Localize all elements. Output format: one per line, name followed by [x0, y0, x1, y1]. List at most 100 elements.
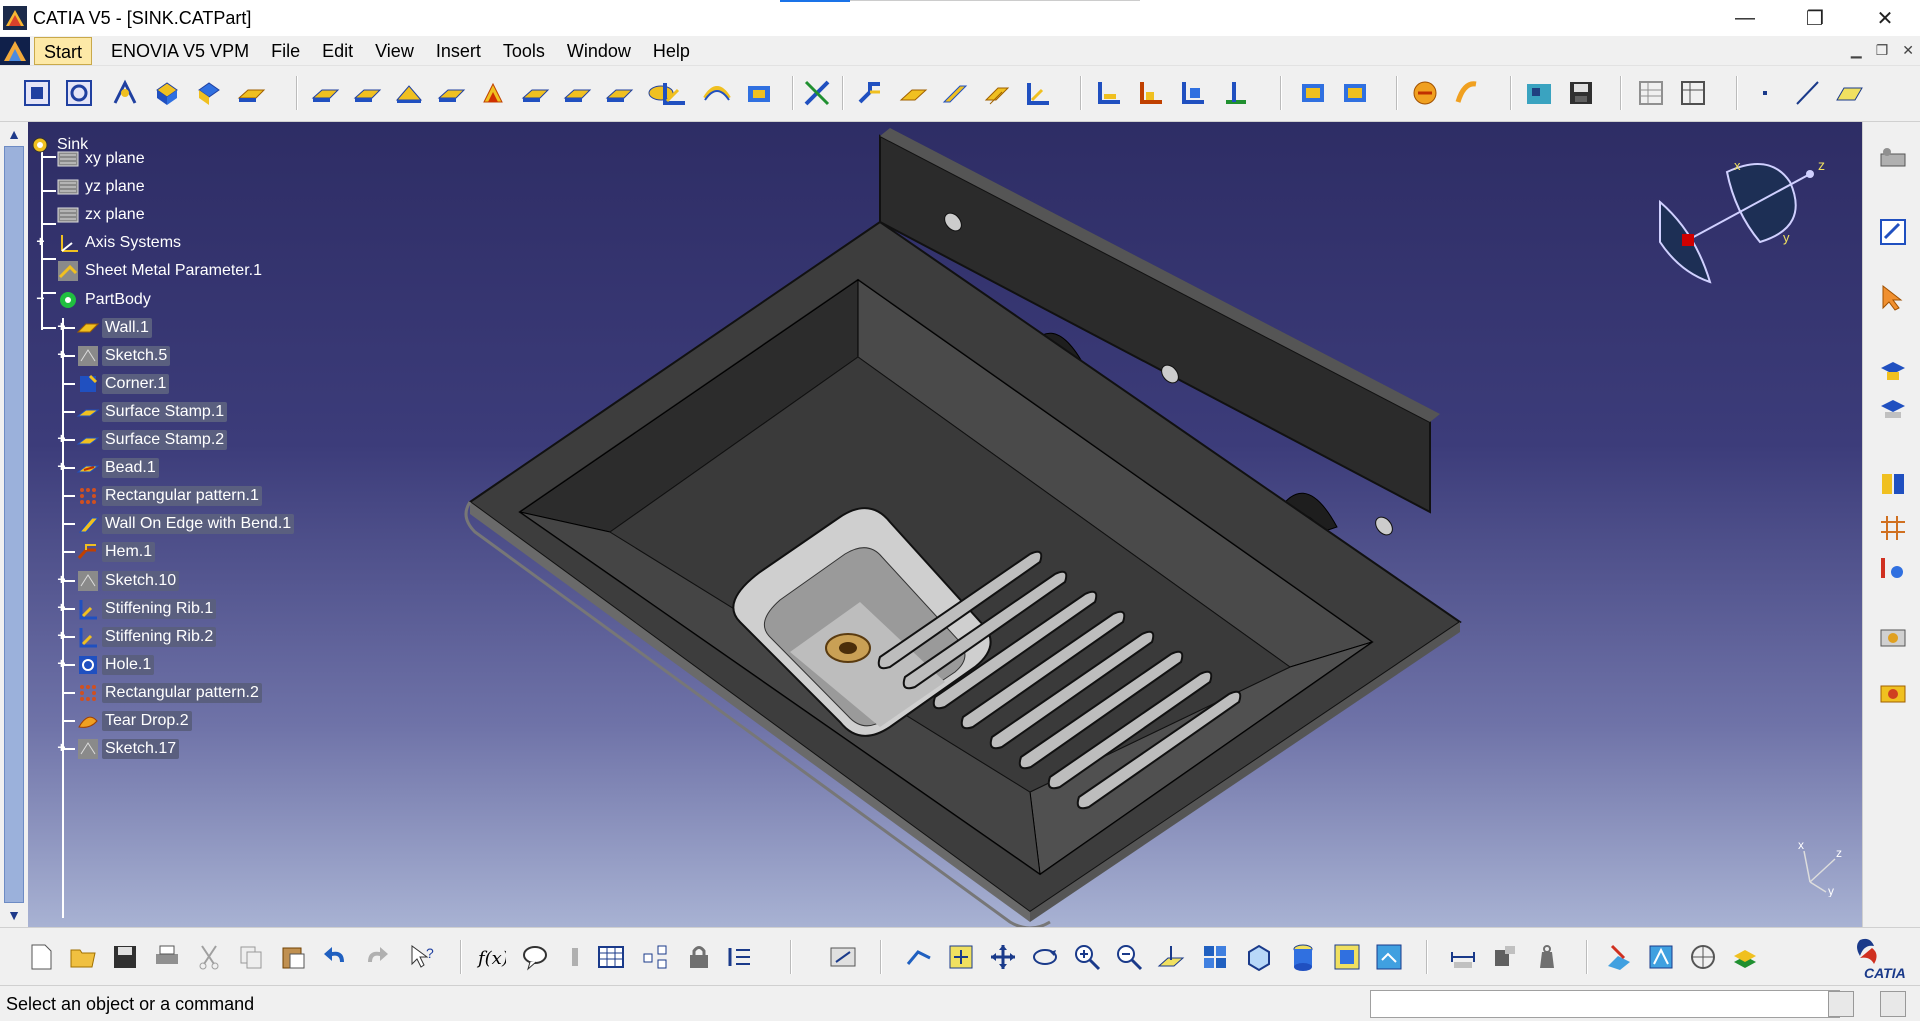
wireframe-cube-icon[interactable]: [1688, 942, 1718, 972]
tree-expander-icon[interactable]: +: [55, 572, 68, 587]
tree-node[interactable]: Bead.1: [76, 455, 159, 481]
doc-restore-icon[interactable]: ❐: [1876, 42, 1889, 59]
dxf-export-icon[interactable]: [1566, 78, 1596, 108]
extrusion-icon[interactable]: [352, 78, 382, 108]
stack-layers-icon[interactable]: [1730, 942, 1760, 972]
3d-annotation-icon[interactable]: [1877, 354, 1909, 386]
menu-insert[interactable]: Insert: [425, 37, 492, 65]
pan-icon[interactable]: [988, 942, 1018, 972]
tree-node[interactable]: Hole.1: [76, 652, 155, 678]
apply-material-icon[interactable]: [1877, 468, 1909, 500]
doc-minimize-icon[interactable]: ▁: [1851, 42, 1862, 59]
shading-icon[interactable]: [1288, 942, 1318, 972]
status-option-button[interactable]: [1828, 991, 1854, 1017]
comment-icon[interactable]: [520, 942, 550, 972]
fit-all-in-icon[interactable]: [946, 942, 976, 972]
analysis-icon[interactable]: [1877, 622, 1909, 654]
recognize-icon[interactable]: [110, 78, 140, 108]
new-file-icon[interactable]: [26, 942, 56, 972]
tree-expander-icon[interactable]: −: [34, 291, 47, 306]
tree-node[interactable]: Hem.1: [76, 539, 156, 565]
tree-node[interactable]: xy plane: [56, 146, 148, 172]
menu-edit[interactable]: Edit: [311, 37, 364, 65]
3d-viewport[interactable]: x z y x z y ▲ ▼ Sink xy planeyz planez: [0, 122, 1862, 927]
lock-icon[interactable]: [684, 942, 714, 972]
flanged-cutout-icon[interactable]: [744, 78, 774, 108]
paste-icon[interactable]: [278, 942, 308, 972]
fly-mode-icon[interactable]: [828, 942, 858, 972]
apply-material-bottom-icon[interactable]: [1604, 942, 1634, 972]
tree-node[interactable]: Wall.1: [76, 315, 152, 341]
normal-view-icon[interactable]: [1156, 942, 1186, 972]
cylindrical-bend-icon[interactable]: [1220, 78, 1250, 108]
tree-node[interactable]: Sketch.17: [76, 736, 180, 762]
tree-expander-icon[interactable]: +: [55, 600, 68, 615]
bend-icon[interactable]: [1094, 78, 1124, 108]
measure-item-icon[interactable]: [1877, 392, 1909, 424]
tree-node[interactable]: Surface Stamp.1: [76, 399, 228, 425]
status-search-button[interactable]: [1880, 991, 1906, 1017]
knowledge-inspector-icon[interactable]: [560, 942, 590, 972]
menu-view[interactable]: View: [364, 37, 425, 65]
knowledge-icon[interactable]: [1877, 552, 1909, 584]
tree-node[interactable]: Stiffening Rib.1: [76, 596, 217, 622]
check-overlapping-icon[interactable]: [802, 78, 832, 108]
unfold-view-icon[interactable]: [194, 78, 224, 108]
doc-close-icon[interactable]: ✕: [1902, 42, 1914, 59]
print-icon[interactable]: [152, 942, 182, 972]
unfolding-icon[interactable]: [1298, 78, 1328, 108]
tree-expander-icon[interactable]: +: [55, 459, 68, 474]
menu-start[interactable]: Start: [34, 36, 93, 65]
wall-on-edge-tool-icon[interactable]: [940, 78, 970, 108]
sheet-metal-parameters-icon[interactable]: [22, 78, 52, 108]
tree-node[interactable]: Rectangular pattern.1: [76, 483, 262, 509]
conical-bend-icon[interactable]: [1136, 78, 1166, 108]
whats-this-help-icon[interactable]: ?: [408, 942, 438, 972]
user-flange-icon[interactable]: [982, 78, 1012, 108]
save-as-dxf-icon[interactable]: [1524, 78, 1554, 108]
connection-analysis-icon[interactable]: [1646, 942, 1676, 972]
redo-icon[interactable]: [362, 942, 392, 972]
tree-node[interactable]: Sketch.5: [76, 343, 171, 369]
tree-node[interactable]: Surface Stamp.2: [76, 427, 228, 453]
tree-node[interactable]: Sheet Metal Parameter.1: [56, 258, 265, 284]
tear-drop-tool-icon[interactable]: [1024, 78, 1054, 108]
scrollbar-thumb[interactable]: [4, 146, 24, 903]
multi-view-layout-icon[interactable]: [1200, 942, 1230, 972]
fill-table-icon[interactable]: [1636, 78, 1666, 108]
undo-icon[interactable]: [320, 942, 350, 972]
tree-node[interactable]: Stiffening Rib.2: [76, 624, 217, 650]
tree-node[interactable]: Rectangular pattern.2: [76, 680, 262, 706]
tree-expander-icon[interactable]: +: [55, 628, 68, 643]
restore-button[interactable]: ❐: [1780, 0, 1850, 36]
stiffening-rib-tool-icon[interactable]: [660, 78, 690, 108]
zoom-out-icon[interactable]: [1114, 942, 1144, 972]
tree-expander-icon[interactable]: +: [55, 740, 68, 755]
formula-icon[interactable]: f(x): [476, 942, 506, 972]
flange-icon[interactable]: [898, 78, 928, 108]
line-tool-icon[interactable]: [1792, 78, 1822, 108]
tree-expander-icon[interactable]: +: [55, 347, 68, 362]
hopper-icon[interactable]: [436, 78, 466, 108]
save-icon[interactable]: [110, 942, 140, 972]
catalog-icon[interactable]: [1877, 144, 1909, 176]
menu-help[interactable]: Help: [642, 37, 701, 65]
open-file-icon[interactable]: [68, 942, 98, 972]
swept-walls-icon[interactable]: [394, 78, 424, 108]
minimize-button[interactable]: —: [1710, 0, 1780, 36]
scroll-up-icon[interactable]: ▲: [4, 124, 24, 144]
power-input-field[interactable]: [1370, 990, 1840, 1018]
hide-show-icon[interactable]: [1332, 942, 1362, 972]
bend-from-flat-icon[interactable]: [1178, 78, 1208, 108]
close-button[interactable]: ✕: [1850, 0, 1920, 36]
tree-node[interactable]: Sketch.10: [76, 568, 180, 594]
mapping-icon[interactable]: [1452, 78, 1482, 108]
point-to-point-icon[interactable]: [1410, 78, 1440, 108]
plane-tool-icon[interactable]: [1834, 78, 1864, 108]
menu-enovia[interactable]: ENOVIA V5 VPM: [100, 37, 260, 65]
tree-node[interactable]: zx plane: [56, 202, 148, 228]
tree-node[interactable]: yz plane: [56, 174, 148, 200]
measure-inertia-icon[interactable]: [1490, 942, 1520, 972]
tree-expander-icon[interactable]: +: [55, 319, 68, 334]
swap-visible-space-icon[interactable]: [1374, 942, 1404, 972]
